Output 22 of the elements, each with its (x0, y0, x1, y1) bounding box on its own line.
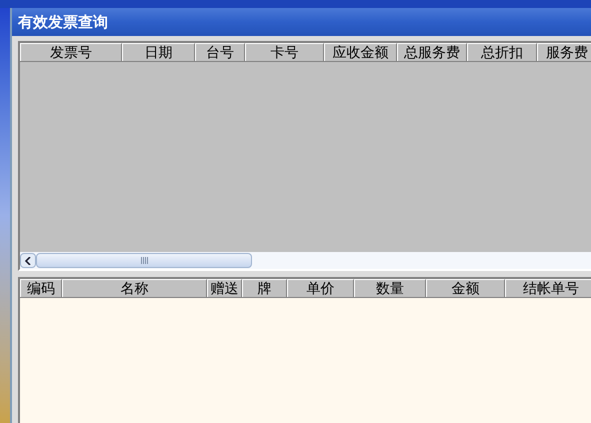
column-header[interactable]: 名称 (62, 279, 207, 297)
column-header[interactable]: 总折扣 (467, 43, 537, 61)
grip-icon (140, 257, 148, 264)
horizontal-scrollbar[interactable] (20, 252, 591, 269)
column-header[interactable]: 发票号 (20, 43, 122, 61)
column-header[interactable]: 日期 (122, 43, 195, 61)
column-header[interactable]: 赠送 (207, 279, 242, 297)
column-header[interactable]: 台号 (195, 43, 245, 61)
window-title: 有效发票查询 (18, 12, 108, 33)
column-header[interactable]: 编码 (20, 279, 62, 297)
chevron-left-icon (25, 256, 31, 264)
column-header[interactable]: 数量 (354, 279, 426, 297)
column-header[interactable]: 应收金额 (324, 43, 397, 61)
scroll-left-button[interactable] (20, 253, 36, 268)
column-header[interactable]: 卡号 (245, 43, 324, 61)
scrollbar-thumb[interactable] (36, 253, 252, 268)
column-header[interactable]: 总服务费 (397, 43, 467, 61)
column-header[interactable]: 单价 (287, 279, 354, 297)
column-header[interactable]: 牌 (242, 279, 287, 297)
column-header[interactable]: 结帐单号 (505, 279, 591, 297)
column-header[interactable]: 金额 (426, 279, 505, 297)
column-header[interactable]: 服务费 (537, 43, 591, 61)
